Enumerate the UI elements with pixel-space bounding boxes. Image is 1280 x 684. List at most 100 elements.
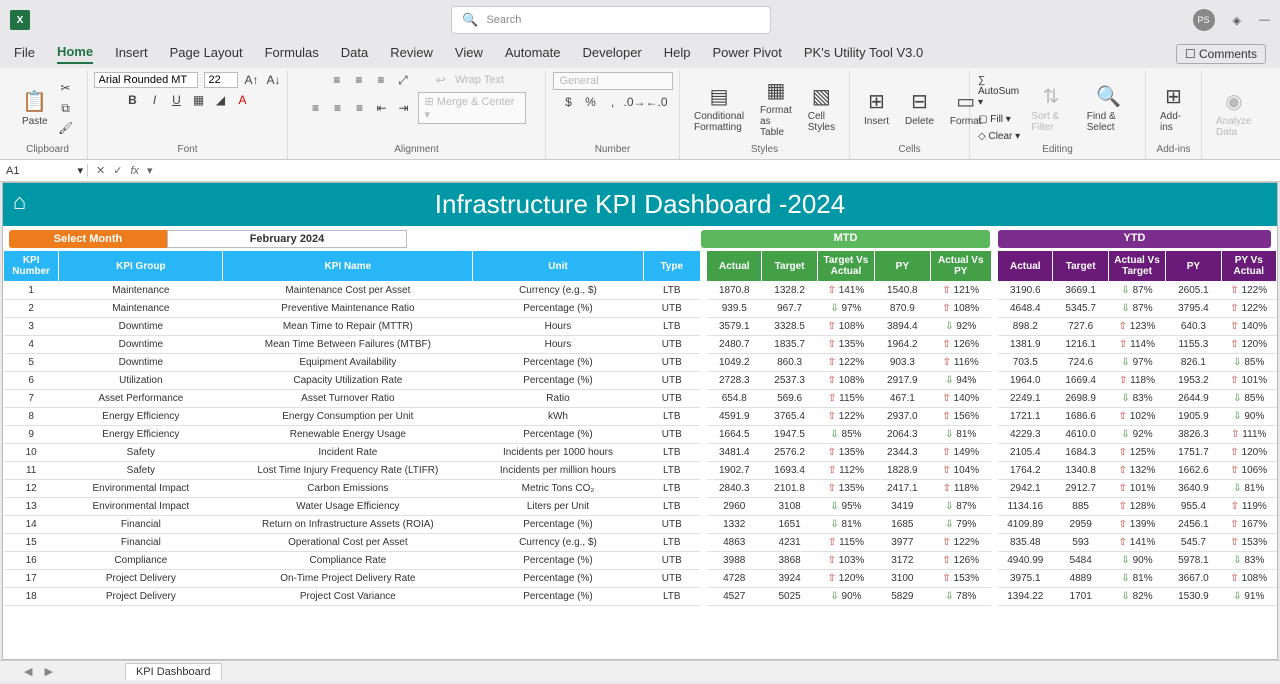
table-row[interactable]: 16ComplianceCompliance RatePercentage (%…	[4, 552, 1277, 570]
analyze-button[interactable]: ◉Analyze Data	[1210, 87, 1258, 140]
underline-icon[interactable]: U	[169, 92, 185, 108]
format-table-button[interactable]: ▦Format as Table	[754, 76, 798, 140]
th-ytd-avt[interactable]: Actual Vs Target	[1108, 251, 1165, 282]
comments-button[interactable]: ☐ Comments	[1176, 44, 1266, 64]
insert-button[interactable]: ⊞Insert	[858, 87, 895, 129]
menu-automate[interactable]: Automate	[505, 45, 561, 63]
comma-icon[interactable]: ,	[605, 94, 621, 110]
th-kpi-number[interactable]: KPI Number	[4, 251, 59, 282]
th-mtd-target[interactable]: Target	[762, 251, 817, 282]
th-ytd-target[interactable]: Target	[1053, 251, 1108, 282]
font-size-dropdown[interactable]	[204, 72, 238, 88]
percent-icon[interactable]: %	[583, 94, 599, 110]
cancel-icon[interactable]: ✕	[96, 164, 105, 177]
menu-developer[interactable]: Developer	[583, 45, 642, 63]
th-unit[interactable]: Unit	[473, 251, 643, 282]
fx-dropdown-icon[interactable]: ▾	[147, 164, 153, 177]
table-row[interactable]: 17Project DeliveryOn-Time Project Delive…	[4, 570, 1277, 588]
align-bot-icon[interactable]: ≡	[373, 72, 389, 88]
decrease-font-icon[interactable]: A↓	[266, 72, 282, 88]
align-right-icon[interactable]: ≡	[352, 100, 368, 116]
orient-icon[interactable]: ⤢	[395, 72, 411, 88]
addins-button[interactable]: ⊞Add-ins	[1154, 82, 1193, 135]
copy-icon[interactable]: ⧉	[58, 100, 74, 116]
menu-home[interactable]: Home	[57, 44, 93, 64]
table-row[interactable]: 12Environmental ImpactCarbon EmissionsMe…	[4, 480, 1277, 498]
home-icon[interactable]: ⌂	[13, 189, 26, 215]
table-row[interactable]: 13Environmental ImpactWater Usage Effici…	[4, 498, 1277, 516]
menu-data[interactable]: Data	[341, 45, 368, 63]
fill-button[interactable]: ▢ Fill ▾	[978, 114, 1021, 125]
wrap-text-icon[interactable]: ↩	[433, 72, 449, 88]
align-left-icon[interactable]: ≡	[308, 100, 324, 116]
table-row[interactable]: 7Asset PerformanceAsset Turnover RatioRa…	[4, 390, 1277, 408]
th-ytd-py[interactable]: PY	[1166, 251, 1221, 282]
table-row[interactable]: 3DowntimeMean Time to Repair (MTTR)Hours…	[4, 318, 1277, 336]
italic-icon[interactable]: I	[147, 92, 163, 108]
avatar[interactable]: PS	[1193, 9, 1215, 31]
font-name-dropdown[interactable]	[94, 72, 198, 88]
cond-format-button[interactable]: ▤Conditional Formatting	[688, 82, 750, 135]
minimize-icon[interactable]: —	[1259, 14, 1270, 26]
indent-inc-icon[interactable]: ⇥	[396, 100, 412, 116]
currency-icon[interactable]: $	[561, 94, 577, 110]
menu-pk-tool[interactable]: PK's Utility Tool V3.0	[804, 45, 923, 63]
align-top-icon[interactable]: ≡	[329, 72, 345, 88]
tab-prev-icon[interactable]: ◀	[20, 665, 36, 678]
inc-decimal-icon[interactable]: .0→	[627, 94, 643, 110]
worksheet[interactable]: ⌂ Infrastructure KPI Dashboard -2024 Sel…	[2, 182, 1278, 660]
paste-button[interactable]: 📋Paste	[16, 87, 54, 129]
table-row[interactable]: 18Project DeliveryProject Cost VarianceP…	[4, 588, 1277, 606]
name-box[interactable]: A1▾	[0, 164, 88, 177]
tab-next-icon[interactable]: ▶	[40, 665, 56, 678]
enter-icon[interactable]: ✓	[113, 164, 122, 177]
table-row[interactable]: 10SafetyIncident RateIncidents per 1000 …	[4, 444, 1277, 462]
table-row[interactable]: 4DowntimeMean Time Between Failures (MTB…	[4, 336, 1277, 354]
border-icon[interactable]: ▦	[191, 92, 207, 108]
clear-button[interactable]: ◇ Clear ▾	[978, 131, 1021, 142]
table-row[interactable]: 5DowntimeEquipment AvailabilityPercentag…	[4, 354, 1277, 372]
th-type[interactable]: Type	[643, 251, 700, 282]
menu-view[interactable]: View	[455, 45, 483, 63]
increase-font-icon[interactable]: A↑	[244, 72, 260, 88]
cut-icon[interactable]: ✂	[58, 80, 74, 96]
th-kpi-name[interactable]: KPI Name	[223, 251, 473, 282]
diamond-icon[interactable]: ◈	[1233, 14, 1241, 27]
th-ytd-pva[interactable]: PY Vs Actual	[1221, 251, 1276, 282]
find-select-button[interactable]: 🔍Find & Select	[1081, 82, 1137, 135]
th-mtd-actual[interactable]: Actual	[707, 251, 762, 282]
align-center-icon[interactable]: ≡	[330, 100, 346, 116]
th-mtd-avp[interactable]: Actual Vs PY	[930, 251, 991, 282]
delete-button[interactable]: ⊟Delete	[899, 87, 940, 129]
number-format-dropdown[interactable]: General	[553, 72, 673, 90]
th-kpi-group[interactable]: KPI Group	[59, 251, 223, 282]
menu-insert[interactable]: Insert	[115, 45, 148, 63]
dec-decimal-icon[interactable]: ←.0	[649, 94, 665, 110]
fill-color-icon[interactable]: ◢	[213, 92, 229, 108]
menu-file[interactable]: File	[14, 45, 35, 63]
fx-icon[interactable]: fx	[130, 165, 139, 177]
table-row[interactable]: 1MaintenanceMaintenance Cost per AssetCu…	[4, 282, 1277, 300]
bold-icon[interactable]: B	[125, 92, 141, 108]
menu-page-layout[interactable]: Page Layout	[170, 45, 243, 63]
th-ytd-actual[interactable]: Actual	[998, 251, 1053, 282]
align-mid-icon[interactable]: ≡	[351, 72, 367, 88]
font-color-icon[interactable]: A	[235, 92, 251, 108]
table-row[interactable]: 9Energy EfficiencyRenewable Energy Usage…	[4, 426, 1277, 444]
menu-formulas[interactable]: Formulas	[265, 45, 319, 63]
th-mtd-py[interactable]: PY	[875, 251, 930, 282]
menu-review[interactable]: Review	[390, 45, 433, 63]
indent-dec-icon[interactable]: ⇤	[374, 100, 390, 116]
table-row[interactable]: 11SafetyLost Time Injury Frequency Rate …	[4, 462, 1277, 480]
select-month-value[interactable]: February 2024	[167, 230, 407, 248]
th-mtd-tva[interactable]: Target Vs Actual	[817, 251, 874, 282]
merge-center-button[interactable]: ⊞ Merge & Center ▾	[418, 92, 526, 124]
menu-power-pivot[interactable]: Power Pivot	[713, 45, 782, 63]
table-row[interactable]: 6UtilizationCapacity Utilization RatePer…	[4, 372, 1277, 390]
sort-filter-button[interactable]: ⇅Sort & Filter	[1025, 82, 1076, 135]
table-row[interactable]: 8Energy EfficiencyEnergy Consumption per…	[4, 408, 1277, 426]
table-row[interactable]: 15FinancialOperational Cost per AssetCur…	[4, 534, 1277, 552]
format-painter-icon[interactable]: 🖌	[58, 120, 74, 136]
autosum-button[interactable]: ∑ AutoSum ▾	[978, 75, 1021, 108]
cell-styles-button[interactable]: ▧Cell Styles	[802, 82, 841, 135]
